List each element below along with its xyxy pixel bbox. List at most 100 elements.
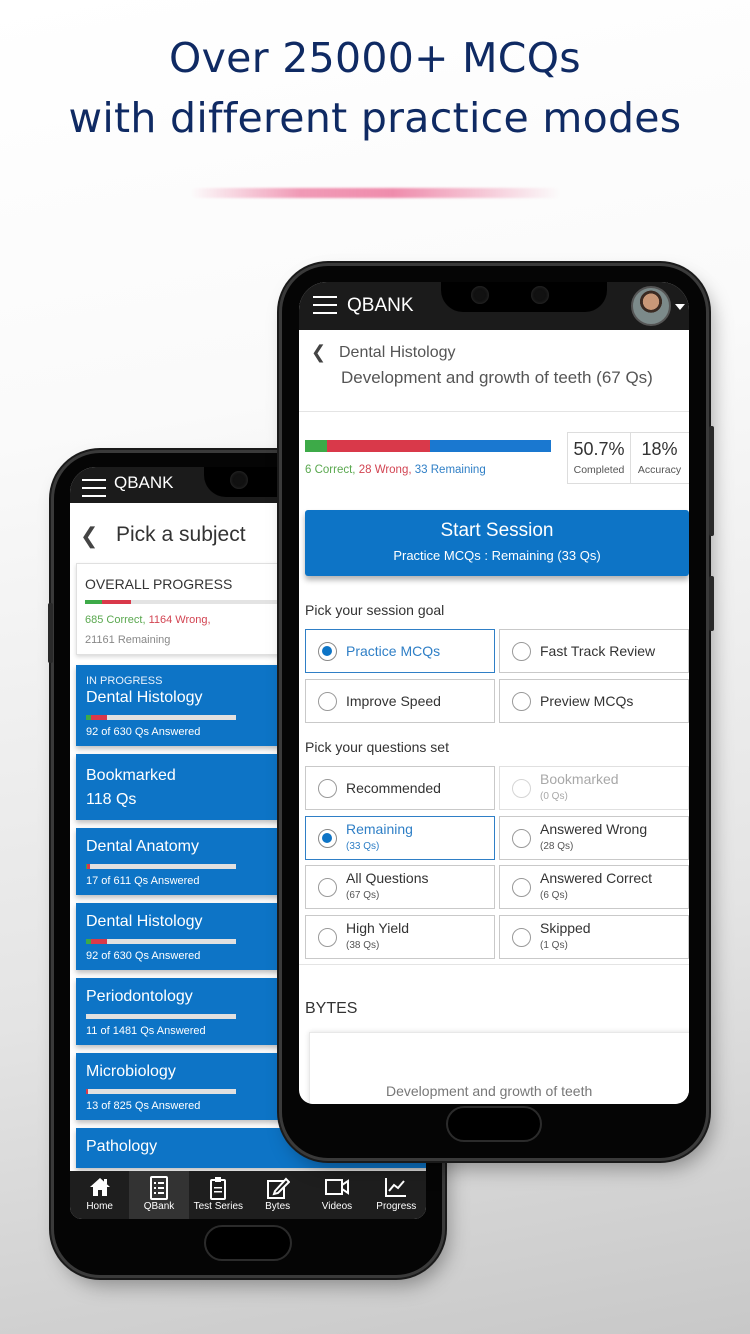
- option-count: (67 Qs): [346, 890, 380, 901]
- breadcrumb-topic: Development and growth of teeth (67 Qs): [341, 368, 653, 387]
- app-title: QBANK: [114, 473, 174, 492]
- nav-item-home[interactable]: Home: [70, 1171, 129, 1219]
- subject-progress-bar: [86, 715, 236, 720]
- radio-button[interactable]: [318, 878, 337, 897]
- front-phone: QBANK ❮ Dental Histology Development and…: [282, 266, 714, 1158]
- overall-remaining-text: 21161 Remaining: [85, 634, 171, 646]
- option-label: Answered Correct: [540, 870, 653, 886]
- start-session-button[interactable]: Start Session Practice MCQs : Remaining …: [305, 510, 689, 576]
- option-label: Recommended: [346, 780, 441, 796]
- stat-label: Completed: [573, 464, 625, 476]
- option-count: (38 Qs): [346, 939, 380, 951]
- radio-button[interactable]: [512, 692, 531, 711]
- topic-progress-bar: [305, 440, 551, 452]
- subject-wrong-segment: [90, 715, 107, 720]
- bytes-card[interactable]: Development and growth of teeth: [309, 1032, 689, 1104]
- option-answered-correct[interactable]: Answered Correct (6 Qs): [499, 865, 689, 909]
- option-all-questions[interactable]: All Questions (67 Qs): [305, 865, 495, 909]
- phone-side-key: [48, 603, 53, 663]
- option-count: (1 Qs): [540, 939, 568, 951]
- radio-button[interactable]: [318, 642, 337, 661]
- breadcrumb-subject[interactable]: Dental Histology: [339, 344, 456, 362]
- option-fast-track-review[interactable]: Fast Track Review: [499, 629, 689, 673]
- option-count: (0 Qs): [540, 791, 568, 802]
- start-session-subtitle: Practice MCQs : Remaining (33 Qs): [393, 548, 601, 563]
- accent-divider: [190, 188, 560, 198]
- radio-button[interactable]: [318, 927, 337, 947]
- nav-item-test-series[interactable]: Test Series: [189, 1171, 248, 1219]
- overall-progress-label: OVERALL PROGRESS: [85, 576, 233, 592]
- camera-icon: [531, 286, 549, 304]
- option-preview-mcqs[interactable]: Preview MCQs: [499, 679, 689, 723]
- stat-value: 50.7%: [573, 439, 625, 459]
- option-bookmarked: Bookmarked (0 Qs): [499, 766, 689, 810]
- option-answered-wrong[interactable]: Answered Wrong (28 Qs): [499, 815, 689, 860]
- hamburger-icon[interactable]: [82, 479, 106, 497]
- radio-button[interactable]: [512, 828, 531, 848]
- option-label: Bookmarked: [540, 771, 619, 787]
- stat-completed: 50.7% Completed: [567, 432, 631, 484]
- radio-button[interactable]: [512, 927, 531, 947]
- option-remaining[interactable]: Remaining (33 Qs): [305, 815, 495, 860]
- caret-down-icon[interactable]: [675, 304, 685, 310]
- subject-progress-bar: [86, 1089, 236, 1094]
- option-count: (28 Qs): [540, 840, 574, 852]
- list-icon: [129, 1176, 188, 1200]
- overall-correct-segment: [85, 600, 103, 604]
- subject-progress-bar: [86, 939, 236, 944]
- session-goal-label: Pick your session goal: [305, 602, 445, 618]
- stat-value: 18%: [641, 439, 678, 459]
- nav-item-progress[interactable]: Progress: [367, 1171, 426, 1219]
- nav-label: Bytes: [265, 1201, 291, 1212]
- bytes-section-label: BYTES: [305, 1000, 358, 1017]
- nav-label: Test Series: [193, 1201, 244, 1212]
- radio-button[interactable]: [512, 642, 531, 661]
- divider: [299, 964, 689, 965]
- wrong-count: 28 Wrong,: [358, 464, 412, 476]
- question-set-label: Pick your questions set: [305, 739, 449, 755]
- option-high-yield[interactable]: High Yield (38 Qs): [305, 914, 495, 959]
- phone-power-key: [709, 576, 714, 631]
- overall-wrong-segment: [102, 600, 132, 604]
- bytes-card-title: Development and growth of teeth: [386, 1083, 593, 1099]
- subject-progress-bar: [86, 1014, 236, 1019]
- option-label: Practice MCQs: [346, 643, 441, 659]
- remaining-count: 33 Remaining: [414, 464, 486, 476]
- user-avatar[interactable]: [631, 286, 671, 326]
- radio-button[interactable]: [318, 692, 337, 711]
- overall-wrong-text: 1164 Wrong,: [148, 614, 211, 626]
- headline-line-1: Over 25000+ MCQs: [169, 34, 581, 82]
- subject-progress-bar: [86, 864, 236, 869]
- nav-item-videos[interactable]: Videos: [307, 1171, 366, 1219]
- chevron-left-icon[interactable]: ❮: [311, 342, 326, 363]
- radio-button[interactable]: [512, 878, 531, 897]
- nav-label: Home: [86, 1201, 113, 1212]
- option-improve-speed[interactable]: Improve Speed: [305, 679, 495, 723]
- chevron-left-icon[interactable]: ❮: [80, 523, 98, 549]
- chart-icon: [367, 1176, 426, 1200]
- headline-line-2: with different practice modes: [68, 94, 682, 142]
- radio-button[interactable]: [318, 828, 337, 848]
- topic-progress-text: 6 Correct, 28 Wrong, 33 Remaining: [305, 464, 486, 476]
- camera-icon: [230, 471, 248, 489]
- hamburger-icon[interactable]: [313, 296, 337, 314]
- nav-item-qbank[interactable]: QBank: [129, 1171, 189, 1219]
- subject-wrong-segment: [90, 939, 107, 944]
- remaining-segment: [429, 440, 551, 452]
- front-phone-screen: QBANK ❮ Dental Histology Development and…: [299, 282, 689, 1104]
- clipboard-icon: [189, 1176, 248, 1200]
- option-count: (6 Qs): [540, 890, 568, 901]
- nav-item-bytes[interactable]: Bytes: [248, 1171, 307, 1219]
- correct-count: 6 Correct,: [305, 464, 356, 476]
- radio-button[interactable]: [318, 779, 337, 798]
- option-skipped[interactable]: Skipped (1 Qs): [499, 914, 689, 959]
- page-title: Pick a subject: [116, 523, 246, 546]
- nav-label: Progress: [376, 1201, 417, 1212]
- option-label: All Questions: [346, 870, 429, 886]
- option-label: High Yield: [346, 919, 410, 936]
- option-label: Skipped: [540, 919, 591, 936]
- stat-label: Accuracy: [637, 464, 682, 476]
- option-practice-mcqs[interactable]: Practice MCQs: [305, 629, 495, 673]
- option-recommended[interactable]: Recommended: [305, 766, 495, 810]
- option-label: Improve Speed: [346, 693, 441, 709]
